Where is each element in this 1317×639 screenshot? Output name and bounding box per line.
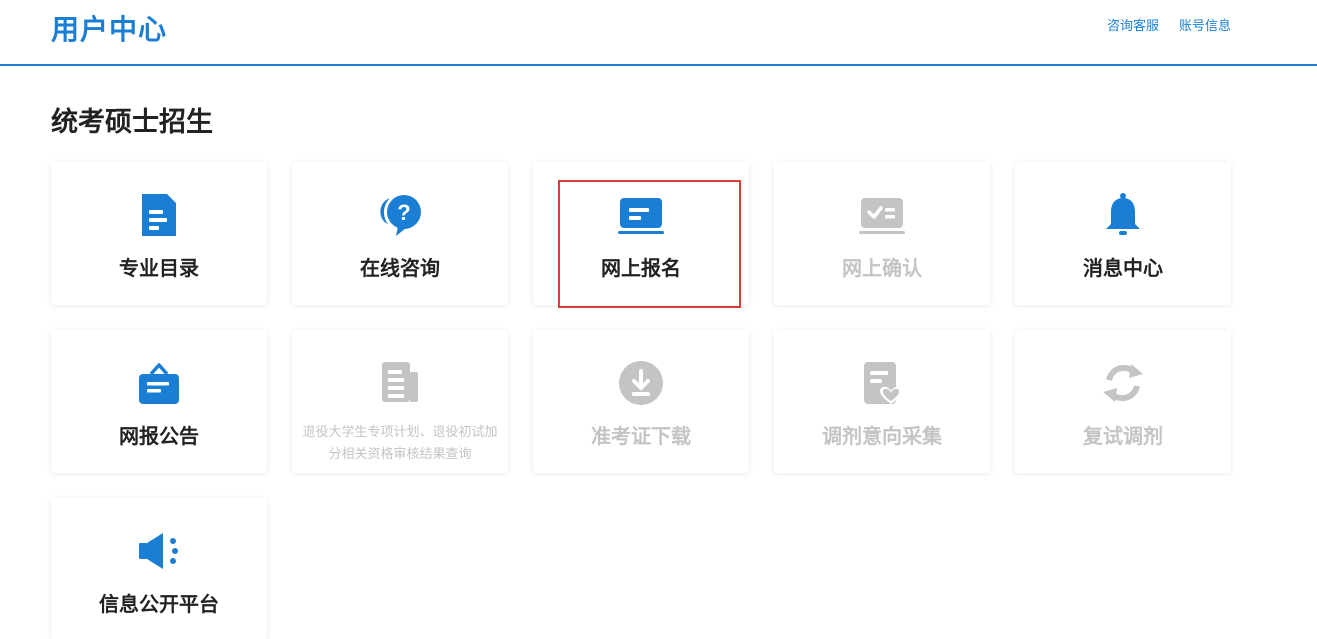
card-label: 网上确认 bbox=[842, 256, 922, 280]
card-label: 专业目录 bbox=[119, 256, 199, 280]
report-icon bbox=[382, 362, 418, 402]
megaphone-icon bbox=[139, 533, 178, 569]
card-label: 消息中心 bbox=[1083, 256, 1163, 280]
card-major-catalog[interactable]: 专业目录 bbox=[51, 162, 267, 305]
card-label: 准考证下载 bbox=[591, 424, 691, 448]
notice-bag-icon bbox=[139, 363, 179, 404]
card-label: 调剂意向采集 bbox=[822, 424, 942, 448]
card-label: 在线咨询 bbox=[360, 256, 440, 280]
refresh-icon bbox=[1103, 364, 1143, 402]
laptop-check-icon bbox=[859, 198, 905, 234]
card-label: 网上报名 bbox=[601, 256, 681, 280]
header-links: 咨询客服 账号信息 bbox=[1107, 15, 1231, 34]
account-info-link[interactable]: 账号信息 bbox=[1179, 15, 1231, 34]
card-registration-notice[interactable]: 网报公告 bbox=[51, 330, 267, 473]
download-icon bbox=[619, 361, 663, 405]
form-heart-icon bbox=[864, 362, 902, 404]
card-online-registration[interactable]: 网上报名 bbox=[533, 162, 749, 305]
customer-service-link[interactable]: 咨询客服 bbox=[1107, 15, 1159, 34]
laptop-icon bbox=[618, 198, 664, 234]
app-title: 用户中心 bbox=[51, 13, 168, 46]
card-label: 信息公开平台 bbox=[99, 592, 219, 616]
card-retest-adjustment[interactable]: 复试调剂 bbox=[1015, 330, 1231, 473]
card-veteran-query[interactable]: 退役大学生专项计划、退役初试加分相关资格审核结果查询 bbox=[292, 330, 508, 473]
header: 用户中心 咨询客服 账号信息 bbox=[0, 0, 1317, 66]
card-online-confirm[interactable]: 网上确认 bbox=[774, 162, 990, 305]
card-label: 退役大学生专项计划、退役初试加分相关资格审核结果查询 bbox=[302, 425, 498, 462]
section-title: 统考硕士招生 bbox=[51, 107, 213, 138]
card-label: 复试调剂 bbox=[1083, 424, 1163, 448]
question-chat-icon: ? bbox=[380, 195, 421, 236]
document-icon bbox=[142, 194, 176, 236]
card-message-center[interactable]: 消息中心 bbox=[1015, 162, 1231, 305]
card-admission-ticket[interactable]: 准考证下载 bbox=[533, 330, 749, 473]
card-adjustment-intent[interactable]: 调剂意向采集 bbox=[774, 330, 990, 473]
bell-icon bbox=[1106, 193, 1140, 235]
svg-text:?: ? bbox=[397, 200, 410, 225]
card-label: 网报公告 bbox=[119, 424, 199, 448]
card-info-disclosure[interactable]: 信息公开平台 bbox=[51, 498, 267, 639]
card-online-consult[interactable]: ? 在线咨询 bbox=[292, 162, 508, 305]
